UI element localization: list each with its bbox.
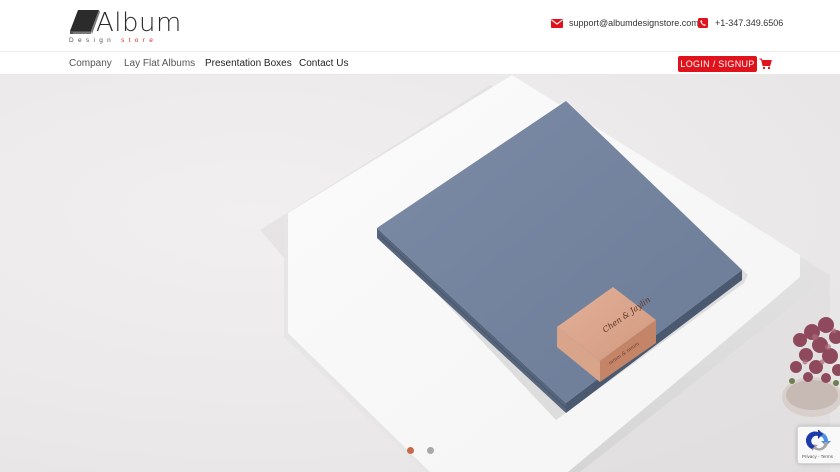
contact-email-text: support@albumdesignstore.com [569, 18, 699, 28]
shopping-cart-icon[interactable] [759, 57, 772, 70]
recaptcha-icon [806, 430, 831, 451]
envelope-icon [551, 17, 563, 29]
login-signup-button[interactable]: LOGIN / SIGNUP [678, 56, 757, 72]
contact-phone-text: +1-347.349.6506 [715, 18, 784, 28]
nav-item-company[interactable]: Company [69, 58, 112, 69]
hero-slider: Chen & Jaylin mmm & mmm [0, 75, 840, 472]
header: Album Design store support@albumdesignst… [0, 0, 840, 51]
nav-item-presentation-boxes[interactable]: Presentation Boxes [205, 58, 292, 69]
nav-item-lay-flat-albums[interactable]: Lay Flat Albums [124, 58, 195, 69]
recaptcha-links[interactable]: Privacy - Terms [802, 454, 833, 459]
recaptcha-badge[interactable]: Privacy - Terms [797, 426, 840, 464]
contact-phone[interactable]: +1-347.349.6506 [697, 16, 783, 30]
hero-image: Chen & Jaylin mmm & mmm [260, 75, 840, 472]
phone-icon [697, 17, 709, 29]
nav-item-contact-us[interactable]: Contact Us [299, 58, 348, 69]
main-navigation: Company Lay Flat Albums Presentation Box… [0, 51, 840, 75]
logo-wordmark: Album [96, 8, 182, 38]
slider-dot-1[interactable] [407, 447, 414, 454]
site-logo[interactable]: Album Design store [69, 8, 182, 44]
logo-tagline: Design store [69, 37, 158, 44]
slider-pagination [407, 447, 434, 454]
slider-dot-2[interactable] [427, 447, 434, 454]
contact-email[interactable]: support@albumdesignstore.com [551, 16, 699, 30]
